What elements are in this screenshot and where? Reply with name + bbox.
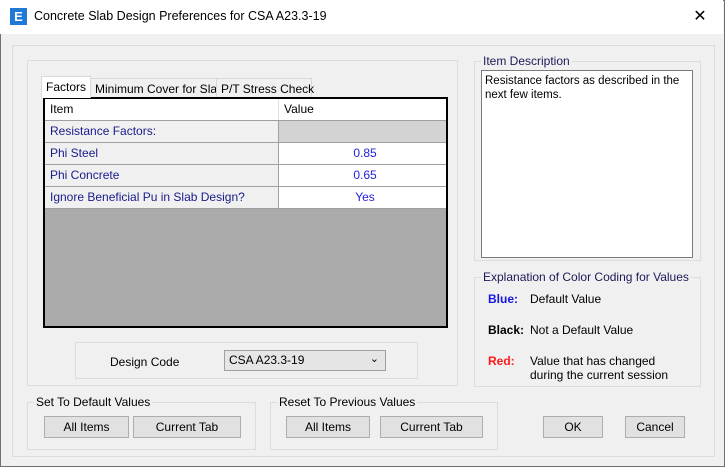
reset-previous-title: Reset To Previous Values [277, 395, 418, 409]
design-code-select[interactable]: CSA A23.3-19 ⌄ [224, 350, 386, 371]
set-default-title: Set To Default Values [34, 395, 153, 409]
black-key: Black: [488, 323, 525, 337]
item-cell: Phi Concrete [45, 165, 279, 186]
window-title: Concrete Slab Design Preferences for CSA… [34, 9, 327, 23]
chevron-down-icon: ⌄ [369, 353, 379, 365]
reset-all-items-button[interactable]: All Items [286, 416, 370, 438]
tab-factors[interactable]: Factors [41, 76, 92, 98]
default-all-items-button[interactable]: All Items [44, 416, 129, 438]
header-value: Value [279, 99, 446, 120]
table-row[interactable]: Phi Steel 0.85 [45, 143, 446, 165]
header-item: Item [45, 99, 279, 120]
item-description-title: Item Description [481, 54, 572, 68]
grid-header: Item Value [45, 99, 446, 121]
value-cell[interactable]: Yes [279, 187, 446, 208]
black-desc: Not a Default Value [530, 323, 634, 337]
red-desc: Value that has changed during the curren… [530, 354, 669, 382]
default-current-tab-button[interactable]: Current Tab [133, 416, 241, 438]
title-bar: E Concrete Slab Design Preferences for C… [0, 0, 723, 34]
preferences-grid: Item Value Resistance Factors: Phi Steel… [43, 97, 448, 328]
table-row[interactable]: Resistance Factors: [45, 121, 446, 143]
blue-key: Blue: [488, 292, 518, 306]
cancel-button[interactable]: Cancel [625, 416, 685, 438]
tab-pt-stress-check[interactable]: P/T Stress Check [216, 78, 314, 98]
item-cell: Resistance Factors: [45, 121, 279, 142]
value-cell[interactable]: 0.65 [279, 165, 446, 186]
reset-current-tab-button[interactable]: Current Tab [380, 416, 483, 438]
close-icon[interactable]: ✕ [688, 6, 712, 28]
item-cell: Ignore Beneficial Pu in Slab Design? [45, 187, 279, 208]
ok-button[interactable]: OK [543, 416, 603, 438]
value-cell [279, 121, 446, 142]
design-code-label: Design Code [110, 355, 180, 369]
item-description-text: Resistance factors as described in the n… [481, 70, 693, 258]
value-cell[interactable]: 0.85 [279, 143, 446, 164]
item-cell: Phi Steel [45, 143, 279, 164]
table-row[interactable]: Ignore Beneficial Pu in Slab Design? Yes [45, 187, 446, 209]
design-code-value: CSA A23.3-19 [229, 353, 305, 367]
tab-minimum-cover[interactable]: Minimum Cover for Slabs [90, 78, 235, 98]
red-key: Red: [488, 354, 515, 368]
table-row[interactable]: Phi Concrete 0.65 [45, 165, 446, 187]
blue-desc: Default Value [530, 292, 602, 306]
app-icon: E [10, 8, 27, 25]
color-coding-title: Explanation of Color Coding for Values [481, 270, 691, 284]
